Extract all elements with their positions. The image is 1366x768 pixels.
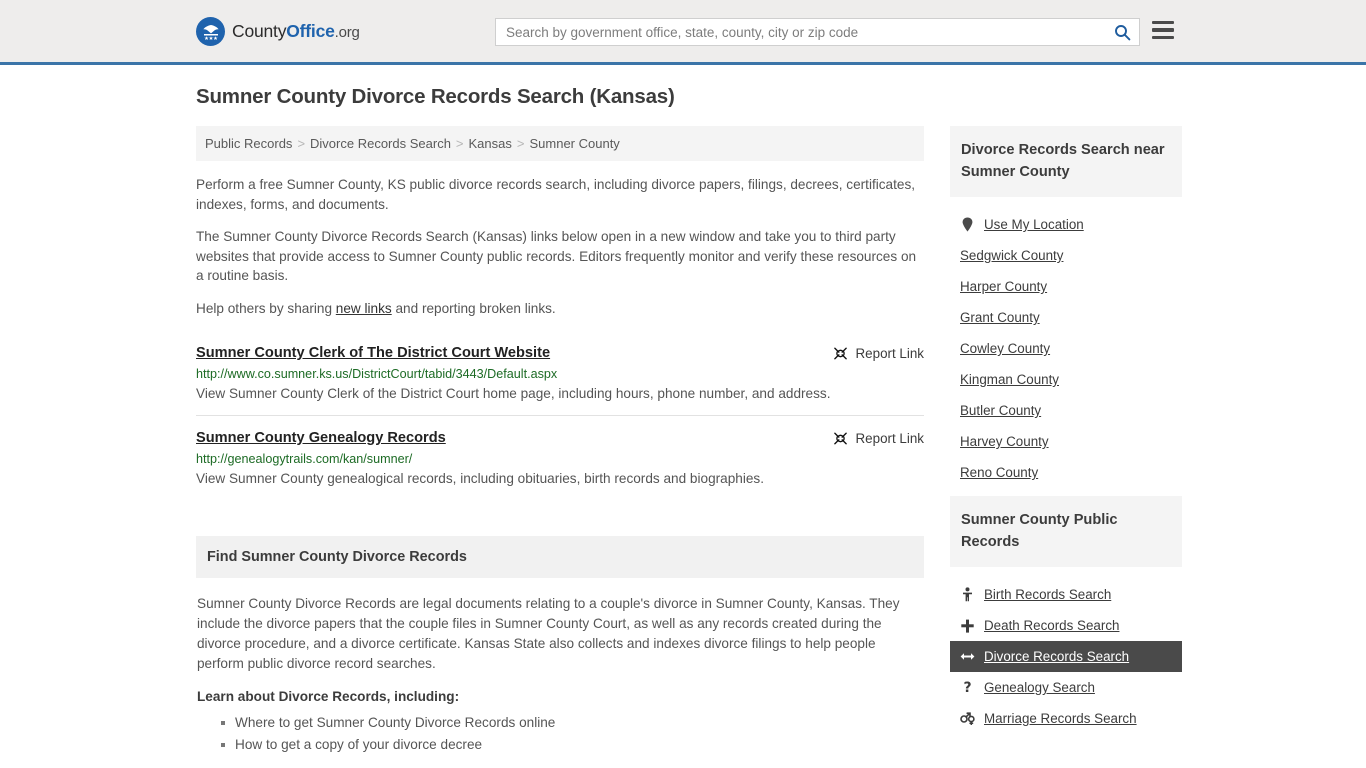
nearby-counties-heading: Divorce Records Search near Sumner Count…	[950, 126, 1182, 197]
page-body: Sumner County Divorce Records Search (Ka…	[0, 65, 1366, 755]
sidebar-item-use-my-location[interactable]: Use My Location	[950, 209, 1182, 240]
hamburger-menu-icon[interactable]	[1152, 21, 1174, 39]
sidebar-item-harvey-county[interactable]: Harvey County	[950, 426, 1182, 457]
list-item: How to get a copy of your divorce decree	[221, 734, 923, 756]
sidebar-item-label: Death Records Search	[984, 618, 1120, 633]
sidebar-item-label: Marriage Records Search	[984, 711, 1137, 726]
breadcrumb-item-kansas[interactable]: Kansas	[469, 136, 512, 151]
share-text-before: Help others by sharing	[196, 300, 336, 316]
sidebar-item-death-records-search[interactable]: Death Records Search	[950, 610, 1182, 641]
sidebar-item-label: Reno County	[960, 465, 1039, 480]
sidebar-item-divorce-records-search[interactable]: Divorce Records Search	[950, 641, 1182, 672]
sidebar-item-label: Genealogy Search	[984, 680, 1095, 695]
sidebar-item-butler-county[interactable]: Butler County	[950, 395, 1182, 426]
breadcrumb-separator: >	[455, 136, 464, 151]
new-links-link[interactable]: new links	[336, 301, 392, 316]
share-text-after: and reporting broken links.	[391, 300, 556, 316]
result-title-link[interactable]: Sumner County Genealogy Records	[196, 430, 446, 446]
eagle-shield-icon	[196, 17, 225, 46]
sidebar-item-label: Harvey County	[960, 434, 1049, 449]
nearby-counties-card: Divorce Records Search near Sumner Count…	[950, 126, 1182, 488]
breadcrumb-item-divorce-records-search[interactable]: Divorce Records Search	[310, 136, 451, 151]
baby-icon	[960, 587, 975, 602]
sidebar: Divorce Records Search near Sumner Count…	[950, 126, 1182, 742]
result-title-link[interactable]: Sumner County Clerk of The District Cour…	[196, 345, 550, 361]
list-item: Where to get Sumner County Divorce Recor…	[221, 712, 923, 734]
learn-about-list: Where to get Sumner County Divorce Recor…	[197, 712, 923, 755]
sidebar-item-label: Grant County	[960, 310, 1040, 325]
search-icon	[1114, 24, 1130, 40]
main-content: Public Records > Divorce Records Search > Ka…	[196, 126, 924, 755]
page-title: Sumner County Divorce Records Search (Ka…	[196, 85, 675, 108]
result-description: View Sumner County Clerk of the District…	[196, 386, 831, 401]
sidebar-item-label: Kingman County	[960, 372, 1059, 387]
public-records-card: Sumner County Public Records Birth Recor…	[950, 496, 1182, 734]
learn-about-heading: Learn about Divorce Records, including:	[197, 689, 460, 704]
sidebar-item-marriage-records-search[interactable]: Marriage Records Search	[950, 703, 1182, 734]
breadcrumb-item-public-records[interactable]: Public Records	[205, 136, 292, 151]
sidebar-item-label: Use My Location	[984, 217, 1084, 232]
logo-text-office: Office	[286, 21, 335, 41]
logo-text-county: County	[232, 21, 287, 41]
hamburger-bar	[1152, 28, 1174, 32]
result-url: http://www.co.sumner.ks.us/DistrictCourt…	[196, 367, 558, 381]
sidebar-item-kingman-county[interactable]: Kingman County	[950, 364, 1182, 395]
sidebar-item-label: Butler County	[960, 403, 1042, 418]
question-mark-icon: ?	[963, 679, 972, 696]
sidebar-item-sedgwick-county[interactable]: Sedgwick County	[950, 240, 1182, 271]
broken-link-icon	[833, 347, 847, 360]
breadcrumb-separator: >	[297, 136, 306, 151]
map-pin-icon	[960, 217, 975, 232]
broken-link-icon	[833, 432, 847, 445]
sidebar-item-harper-county[interactable]: Harper County	[950, 271, 1182, 302]
intro-paragraph-3: Help others by sharing new links and rep…	[196, 299, 924, 319]
result-item: Sumner County Clerk of The District Cour…	[196, 331, 924, 415]
find-records-body: Sumner County Divorce Records are legal …	[196, 578, 924, 755]
breadcrumb: Public Records > Divorce Records Search > Ka…	[196, 126, 924, 161]
public-records-heading: Sumner County Public Records	[950, 496, 1182, 567]
site-logo[interactable]: CountyOffice.org	[196, 17, 360, 46]
hamburger-bar	[1152, 21, 1174, 25]
sidebar-item-label: Birth Records Search	[984, 587, 1112, 602]
find-records-heading: Find Sumner County Divorce Records	[196, 536, 924, 578]
search-button[interactable]	[1105, 19, 1139, 45]
logo-wordmark: CountyOffice.org	[232, 21, 360, 42]
find-records-paragraph: Sumner County Divorce Records are legal …	[197, 596, 900, 671]
intro-paragraph-2: The Sumner County Divorce Records Search…	[196, 229, 917, 283]
result-item: Sumner County Genealogy Records Report L…	[196, 415, 924, 500]
report-link-label: Report Link	[855, 346, 924, 361]
breadcrumb-separator: >	[516, 136, 525, 151]
report-link-button[interactable]: Report Link	[833, 345, 924, 361]
cross-icon	[960, 618, 975, 633]
breadcrumb-item-sumner-county[interactable]: Sumner County	[529, 136, 619, 151]
result-url: http://genealogytrails.com/kan/sumner/	[196, 452, 413, 466]
left-right-arrow-icon	[960, 649, 975, 664]
male-female-icon	[960, 711, 975, 726]
sidebar-item-reno-county[interactable]: Reno County	[950, 457, 1182, 488]
search-input[interactable]	[496, 19, 1105, 45]
sidebar-item-genealogy-search[interactable]: ? Genealogy Search	[950, 672, 1182, 703]
report-link-label: Report Link	[855, 431, 924, 446]
intro-paragraph-1: Perform a free Sumner County, KS public …	[196, 177, 916, 212]
sidebar-item-label: Divorce Records Search	[984, 649, 1130, 664]
sidebar-item-label: Cowley County	[960, 341, 1051, 356]
hamburger-bar	[1152, 35, 1174, 39]
search-bar[interactable]	[495, 18, 1140, 46]
sidebar-item-cowley-county[interactable]: Cowley County	[950, 333, 1182, 364]
report-link-button[interactable]: Report Link	[833, 430, 924, 446]
logo-text-org: .org	[334, 24, 360, 41]
sidebar-item-label: Sedgwick County	[960, 248, 1064, 263]
sidebar-item-grant-county[interactable]: Grant County	[950, 302, 1182, 333]
sidebar-item-birth-records-search[interactable]: Birth Records Search	[950, 579, 1182, 610]
result-description: View Sumner County genealogical records,…	[196, 471, 764, 486]
site-header: CountyOffice.org	[0, 0, 1366, 65]
sidebar-item-label: Harper County	[960, 279, 1048, 294]
